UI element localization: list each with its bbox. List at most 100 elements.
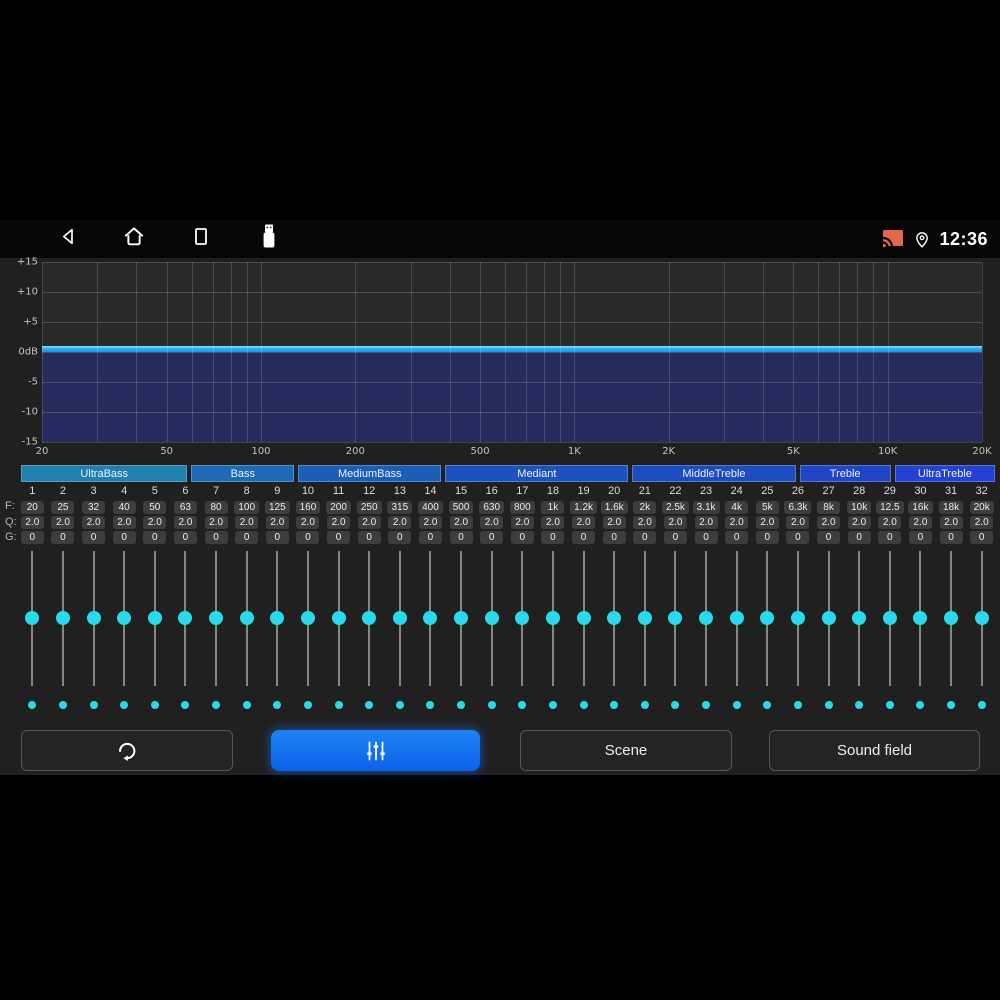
gain-value-box[interactable]: 0 bbox=[510, 531, 534, 544]
slider-knob[interactable] bbox=[944, 610, 959, 625]
q-value-box[interactable]: 2.0 bbox=[296, 516, 320, 529]
gain-value-box[interactable]: 0 bbox=[817, 531, 841, 544]
equalizer-tab-button[interactable] bbox=[271, 730, 480, 771]
freq-value-box[interactable]: 1.6k bbox=[600, 501, 628, 514]
slider-knob[interactable] bbox=[729, 610, 744, 625]
slider-knob[interactable] bbox=[86, 610, 101, 625]
gain-slider[interactable] bbox=[415, 551, 446, 686]
gain-value-box[interactable]: 0 bbox=[786, 531, 810, 544]
q-value-box[interactable]: 2.0 bbox=[143, 516, 167, 529]
gain-value-box[interactable]: 0 bbox=[204, 531, 228, 544]
freq-value-box[interactable]: 18k bbox=[939, 501, 964, 514]
q-value-box[interactable]: 2.0 bbox=[755, 516, 779, 529]
gain-value-box[interactable]: 0 bbox=[112, 531, 136, 544]
q-value-box[interactable]: 2.0 bbox=[112, 516, 136, 529]
gain-slider[interactable] bbox=[170, 551, 201, 686]
gain-value-box[interactable]: 0 bbox=[970, 531, 994, 544]
gain-value-box[interactable]: 0 bbox=[51, 531, 75, 544]
q-value-box[interactable]: 2.0 bbox=[970, 516, 994, 529]
freq-value-box[interactable]: 8k bbox=[817, 501, 841, 514]
gain-value-box[interactable]: 0 bbox=[847, 531, 871, 544]
slider-knob[interactable] bbox=[484, 610, 499, 625]
slider-knob[interactable] bbox=[331, 610, 346, 625]
gain-value-box[interactable]: 0 bbox=[449, 531, 473, 544]
band-header-middletreble[interactable]: MiddleTreble bbox=[632, 465, 796, 482]
slider-knob[interactable] bbox=[454, 610, 469, 625]
band-header-mediant[interactable]: Mediant bbox=[445, 465, 629, 482]
slider-knob[interactable] bbox=[209, 610, 224, 625]
freq-value-box[interactable]: 100 bbox=[234, 501, 260, 514]
gain-value-box[interactable]: 0 bbox=[725, 531, 749, 544]
slider-knob[interactable] bbox=[392, 610, 407, 625]
freq-value-box[interactable]: 200 bbox=[326, 501, 351, 514]
gain-slider[interactable] bbox=[783, 551, 814, 686]
gain-value-box[interactable]: 0 bbox=[694, 531, 718, 544]
gain-value-box[interactable]: 0 bbox=[602, 531, 626, 544]
slider-knob[interactable] bbox=[515, 610, 530, 625]
band-header-ultratreble[interactable]: UltraTreble bbox=[894, 465, 995, 482]
q-value-box[interactable]: 2.0 bbox=[480, 516, 504, 529]
q-value-box[interactable]: 2.0 bbox=[602, 516, 626, 529]
gain-slider[interactable] bbox=[721, 551, 752, 686]
q-value-box[interactable]: 2.0 bbox=[20, 516, 44, 529]
freq-value-box[interactable]: 800 bbox=[509, 501, 535, 514]
slider-knob[interactable] bbox=[852, 610, 867, 625]
slider-knob[interactable] bbox=[270, 610, 285, 625]
gain-slider[interactable] bbox=[109, 551, 140, 686]
sound-field-button[interactable]: Sound field bbox=[769, 730, 980, 771]
slider-knob[interactable] bbox=[760, 610, 775, 625]
band-header-mediumbass[interactable]: MediumBass bbox=[298, 465, 442, 482]
q-value-box[interactable]: 2.0 bbox=[388, 516, 412, 529]
freq-value-box[interactable]: 315 bbox=[387, 501, 413, 514]
q-value-box[interactable]: 2.0 bbox=[786, 516, 810, 529]
freq-value-box[interactable]: 40 bbox=[112, 501, 136, 514]
gain-slider[interactable] bbox=[630, 551, 661, 686]
q-value-box[interactable]: 2.0 bbox=[939, 516, 963, 529]
q-value-box[interactable]: 2.0 bbox=[541, 516, 565, 529]
freq-value-box[interactable]: 16k bbox=[908, 501, 933, 514]
freq-value-box[interactable]: 12.5 bbox=[876, 501, 904, 514]
slider-knob[interactable] bbox=[974, 610, 989, 625]
gain-slider[interactable] bbox=[231, 551, 262, 686]
gain-slider[interactable] bbox=[966, 551, 997, 686]
slider-knob[interactable] bbox=[637, 610, 652, 625]
gain-value-box[interactable]: 0 bbox=[235, 531, 259, 544]
freq-value-box[interactable]: 80 bbox=[204, 501, 228, 514]
gain-value-box[interactable]: 0 bbox=[572, 531, 596, 544]
gain-slider[interactable] bbox=[446, 551, 477, 686]
slider-knob[interactable] bbox=[607, 610, 622, 625]
band-header-treble[interactable]: Treble bbox=[799, 465, 891, 482]
freq-value-box[interactable]: 50 bbox=[143, 501, 167, 514]
gain-value-box[interactable]: 0 bbox=[939, 531, 963, 544]
gain-value-box[interactable]: 0 bbox=[143, 531, 167, 544]
slider-knob[interactable] bbox=[147, 610, 162, 625]
freq-value-box[interactable]: 63 bbox=[173, 501, 197, 514]
slider-knob[interactable] bbox=[699, 610, 714, 625]
gain-slider[interactable] bbox=[538, 551, 569, 686]
slider-knob[interactable] bbox=[178, 610, 193, 625]
freq-value-box[interactable]: 1.2k bbox=[570, 501, 598, 514]
gain-slider[interactable] bbox=[875, 551, 906, 686]
gain-value-box[interactable]: 0 bbox=[173, 531, 197, 544]
freq-value-box[interactable]: 6.3k bbox=[784, 501, 812, 514]
gain-slider[interactable] bbox=[599, 551, 630, 686]
gain-slider[interactable] bbox=[323, 551, 354, 686]
gain-slider[interactable] bbox=[354, 551, 385, 686]
freq-value-box[interactable]: 2.5k bbox=[661, 501, 689, 514]
q-value-box[interactable]: 2.0 bbox=[572, 516, 596, 529]
freq-value-box[interactable]: 125 bbox=[264, 501, 290, 514]
gain-slider[interactable] bbox=[48, 551, 79, 686]
band-header-bass[interactable]: Bass bbox=[191, 465, 295, 482]
slider-knob[interactable] bbox=[300, 610, 315, 625]
freq-value-box[interactable]: 250 bbox=[356, 501, 382, 514]
freq-value-box[interactable]: 630 bbox=[479, 501, 505, 514]
q-value-box[interactable]: 2.0 bbox=[449, 516, 473, 529]
q-value-box[interactable]: 2.0 bbox=[418, 516, 442, 529]
freq-value-box[interactable]: 500 bbox=[448, 501, 474, 514]
slider-knob[interactable] bbox=[25, 610, 40, 625]
gain-value-box[interactable]: 0 bbox=[878, 531, 902, 544]
gain-value-box[interactable]: 0 bbox=[82, 531, 106, 544]
gain-value-box[interactable]: 0 bbox=[327, 531, 351, 544]
q-value-box[interactable]: 2.0 bbox=[878, 516, 902, 529]
slider-knob[interactable] bbox=[117, 610, 132, 625]
